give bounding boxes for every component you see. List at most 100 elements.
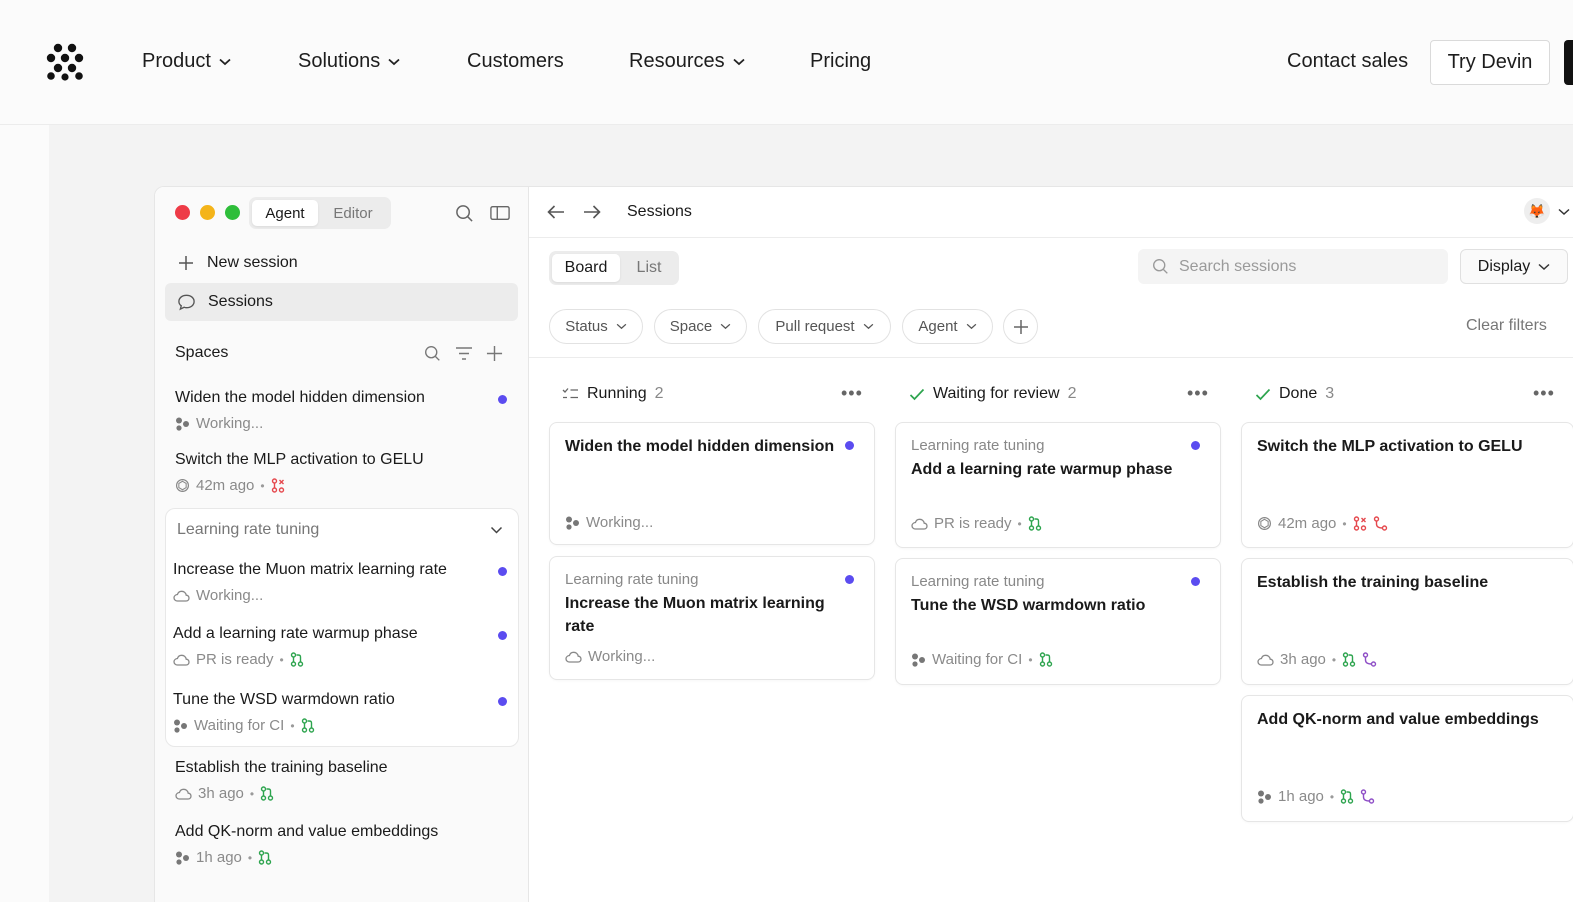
sidebar-toggle-icon[interactable] — [490, 204, 510, 222]
nav-resources[interactable]: Resources — [629, 50, 745, 73]
chevron-down-icon — [1538, 263, 1550, 270]
session-card[interactable]: Learning rate tuning Tune the WSD warmdo… — [895, 558, 1221, 685]
openai-icon — [175, 478, 190, 493]
try-devin-button[interactable]: Try Devin — [1430, 40, 1550, 85]
forward-arrow-icon[interactable] — [582, 204, 602, 220]
card-status: Waiting for CI — [932, 651, 1023, 668]
session-status: PR is ready — [196, 651, 274, 668]
session-title: Tune the WSD warmdown ratio — [173, 691, 395, 708]
filter-label: Space — [669, 318, 713, 335]
card-title: Switch the MLP activation to GELU — [1257, 438, 1523, 455]
filter-pull-request[interactable]: Pull request — [758, 309, 891, 344]
nav-solutions-label: Solutions — [298, 50, 381, 72]
space-group-title[interactable]: Learning rate tuning — [177, 521, 319, 539]
separator-dot: • — [290, 718, 295, 733]
card-title: Increase the Muon matrix learning rate — [565, 595, 825, 635]
list-item[interactable]: Switch the MLP activation to GELU 42m ag… — [175, 451, 511, 494]
separator-dot: • — [249, 786, 255, 801]
pr-closed-icon — [1353, 516, 1366, 531]
filter-icon[interactable] — [455, 346, 473, 361]
session-card[interactable]: Switch the MLP activation to GELU 42m ag… — [1241, 422, 1573, 548]
nav-resources-label: Resources — [629, 50, 725, 72]
chevron-down-icon — [733, 58, 745, 65]
card-time: 3h ago — [1280, 651, 1326, 668]
column-header-done: Done 3 — [1255, 383, 1334, 405]
session-time: 42m ago — [196, 477, 255, 494]
chevron-down-icon[interactable] — [1558, 208, 1570, 216]
session-title: Increase the Muon matrix learning rate — [173, 561, 447, 578]
app-window: Agent Editor New session Sessions Spaces… — [154, 186, 1573, 902]
nav-customers[interactable]: Customers — [467, 50, 564, 73]
chevron-down-icon — [863, 323, 873, 330]
chevron-down-icon — [966, 323, 976, 330]
display-label: Display — [1477, 257, 1531, 275]
toolbar-divider — [529, 237, 1573, 238]
session-time: 3h ago — [198, 785, 244, 802]
filter-divider — [529, 357, 1573, 358]
devin-logo-icon[interactable] — [46, 43, 84, 81]
cloud-icon — [173, 590, 190, 602]
card-status: Working... — [586, 514, 654, 531]
list-item[interactable]: Increase the Muon matrix learning rate W… — [173, 561, 509, 604]
list-item[interactable]: Widen the model hidden dimension Working… — [175, 389, 511, 432]
tab-board[interactable]: Board — [552, 254, 620, 282]
tab-list[interactable]: List — [621, 254, 677, 282]
window-close-button[interactable] — [175, 205, 190, 220]
pr-closed-icon — [271, 478, 284, 493]
column-more-icon[interactable]: ••• — [841, 383, 863, 404]
search-input[interactable]: Search sessions — [1138, 249, 1448, 284]
spaces-heading: Spaces — [175, 344, 229, 361]
tab-editor[interactable]: Editor — [319, 200, 387, 226]
session-card[interactable]: Learning rate tuning Increase the Muon m… — [549, 556, 875, 680]
column-count: 2 — [654, 385, 664, 402]
pr-open-icon — [258, 850, 272, 865]
filter-agent[interactable]: Agent — [902, 309, 993, 344]
session-title: Add a learning rate warmup phase — [173, 625, 418, 642]
pr-open-icon — [260, 786, 274, 801]
session-card[interactable]: Learning rate tuning Add a learning rate… — [895, 422, 1221, 548]
running-icon — [562, 388, 578, 399]
sidebar-item-sessions[interactable]: Sessions — [165, 283, 518, 321]
avatar[interactable]: 🦊 — [1524, 198, 1550, 224]
list-item[interactable]: Establish the training baseline 3h ago • — [175, 759, 511, 802]
back-arrow-icon[interactable] — [546, 204, 566, 220]
space-group: Learning rate tuning Increase the Muon m… — [165, 508, 519, 747]
filter-space[interactable]: Space — [654, 309, 747, 344]
contact-sales-link[interactable]: Contact sales — [1287, 50, 1408, 73]
tab-agent[interactable]: Agent — [252, 200, 318, 226]
nav-product[interactable]: Product — [142, 50, 231, 73]
filter-label: Agent — [918, 318, 958, 335]
separator-dot: • — [1017, 516, 1022, 531]
clear-filters-link[interactable]: Clear filters — [1466, 317, 1547, 335]
window-minimize-button[interactable] — [200, 205, 215, 220]
search-icon[interactable] — [455, 204, 474, 223]
chevron-down-icon[interactable] — [490, 526, 503, 535]
list-item[interactable]: Tune the WSD warmdown ratio Waiting for … — [173, 691, 509, 734]
get-started-button[interactable] — [1564, 40, 1573, 85]
session-title: Switch the MLP activation to GELU — [175, 451, 424, 468]
add-space-icon[interactable] — [486, 345, 503, 362]
column-more-icon[interactable]: ••• — [1533, 383, 1555, 404]
session-card[interactable]: Add QK-norm and value embeddings 1h ago … — [1241, 695, 1573, 822]
branch-icon — [1373, 516, 1387, 531]
display-button[interactable]: Display — [1460, 249, 1568, 284]
add-filter-button[interactable] — [1003, 309, 1038, 344]
list-item[interactable]: Add QK-norm and value embeddings 1h ago … — [175, 823, 511, 866]
new-session-button[interactable]: New session — [165, 244, 518, 282]
filter-status[interactable]: Status — [549, 309, 643, 344]
card-title: Tune the WSD warmdown ratio — [911, 597, 1146, 614]
session-card[interactable]: Establish the training baseline 3h ago • — [1241, 558, 1573, 685]
branch-icon — [1360, 789, 1375, 804]
unread-dot — [845, 575, 854, 584]
session-card[interactable]: Widen the model hidden dimension Working… — [549, 422, 875, 545]
nav-product-label: Product — [142, 50, 211, 72]
list-item[interactable]: Add a learning rate warmup phase PR is r… — [173, 625, 509, 668]
column-header-waiting: Waiting for review 2 — [909, 383, 1076, 405]
window-maximize-button[interactable] — [225, 205, 240, 220]
search-spaces-icon[interactable] — [424, 345, 441, 362]
card-time: 1h ago — [1278, 788, 1324, 805]
column-more-icon[interactable]: ••• — [1187, 383, 1209, 404]
plus-icon — [1013, 319, 1028, 334]
nav-pricing[interactable]: Pricing — [810, 50, 871, 73]
nav-solutions[interactable]: Solutions — [298, 50, 400, 73]
